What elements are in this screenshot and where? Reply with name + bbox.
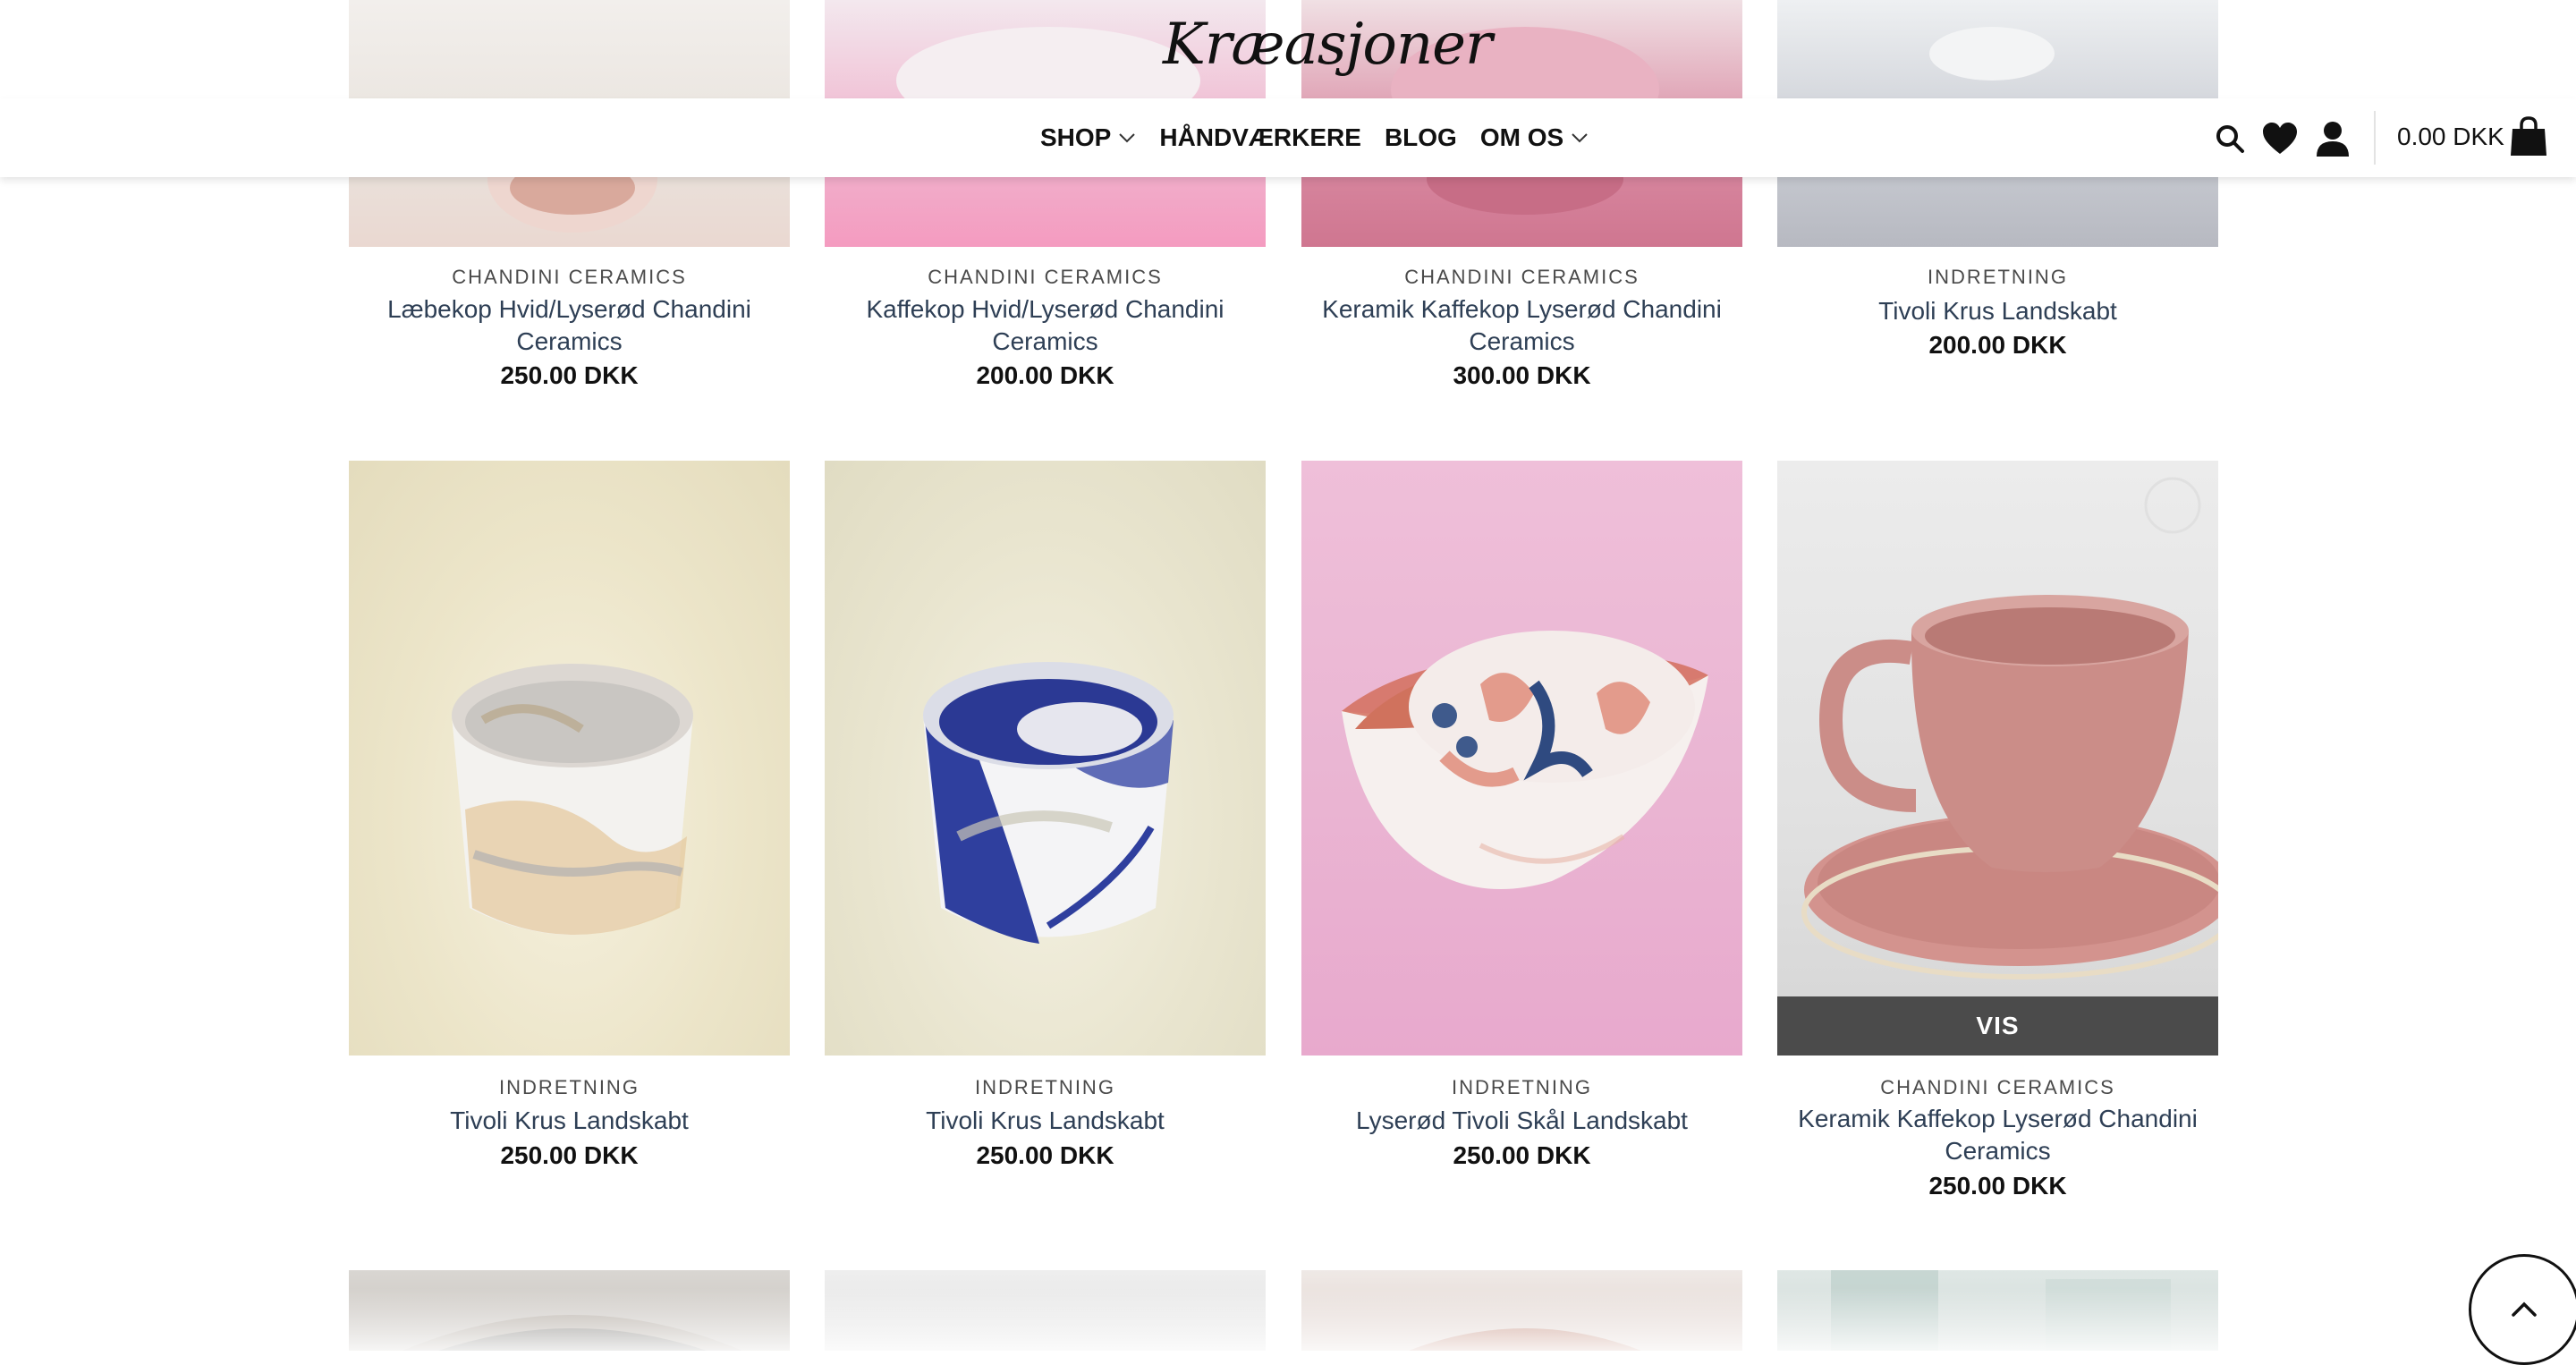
nav-shop-label[interactable]: SHOP bbox=[1040, 123, 1111, 152]
bowl-image bbox=[1342, 631, 1708, 889]
heart-icon bbox=[2263, 123, 2297, 154]
search-button[interactable] bbox=[2211, 120, 2249, 157]
product-price: 250.00 DKK bbox=[1453, 1141, 1591, 1169]
cart-total[interactable]: 0.00 DKK bbox=[2397, 123, 2504, 151]
nav-blog[interactable]: BLOG bbox=[1385, 123, 1457, 152]
nav-haandvaerkere[interactable]: HÅNDVÆRKERE bbox=[1159, 123, 1361, 152]
product-image[interactable] bbox=[349, 461, 790, 1056]
search-icon bbox=[2216, 125, 2244, 153]
product-category[interactable]: CHANDINI CERAMICS bbox=[349, 266, 790, 289]
product-title-line[interactable]: Ceramics bbox=[825, 326, 1266, 358]
main-nav: SHOP HÅNDVÆRKERE BLOG OM OS bbox=[1040, 120, 1612, 156]
product-price: 200.00 DKK bbox=[1928, 331, 2067, 359]
product-price: 250.00 DKK bbox=[500, 361, 639, 389]
user-icon bbox=[2317, 122, 2349, 157]
chevron-up-icon bbox=[2512, 1301, 2537, 1317]
product-category[interactable]: INDRETNING bbox=[1301, 1076, 1742, 1099]
nav-blog-label[interactable]: BLOG bbox=[1385, 123, 1457, 152]
cup-image bbox=[452, 664, 693, 935]
product-title-line[interactable]: Keramik Kaffekop Lyserød Chandini bbox=[1301, 293, 1742, 326]
product-category[interactable]: INDRETNING bbox=[825, 1076, 1266, 1099]
product-title-line[interactable]: Keramik Kaffekop Lyserød Chandini bbox=[1777, 1103, 2218, 1135]
wishlist-button[interactable] bbox=[2259, 118, 2301, 159]
bag-icon bbox=[2511, 116, 2546, 156]
nav-haandvaerkere-label[interactable]: HÅNDVÆRKERE bbox=[1159, 123, 1361, 152]
nav-shop[interactable]: SHOP bbox=[1040, 123, 1136, 152]
product-price: 300.00 DKK bbox=[1453, 361, 1591, 389]
product-title-line[interactable]: Tivoli Krus Landskabt bbox=[825, 1105, 1266, 1137]
chevron-down-icon bbox=[1119, 133, 1136, 143]
product-category[interactable]: CHANDINI CERAMICS bbox=[1301, 266, 1742, 289]
product-title-line[interactable]: Læbekop Hvid/Lyserød Chandini bbox=[349, 293, 790, 326]
bottom-fade bbox=[0, 1288, 2576, 1351]
product-title[interactable]: Kaffekop Hvid/Lyserød Chandini Ceramics bbox=[825, 293, 1266, 358]
product-image[interactable] bbox=[1301, 461, 1742, 1056]
product-image[interactable] bbox=[1777, 461, 2218, 1056]
header-divider bbox=[2374, 111, 2376, 165]
product-price: 250.00 DKK bbox=[1928, 1172, 2067, 1200]
product-title[interactable]: Keramik Kaffekop Lyserød Chandini Cerami… bbox=[1301, 293, 1742, 358]
scroll-to-top-button[interactable] bbox=[2469, 1254, 2576, 1365]
nav-om-os[interactable]: OM OS bbox=[1480, 123, 1589, 152]
site-logo[interactable]: Kræasjoner bbox=[1163, 0, 1493, 89]
product-title-line[interactable]: Ceramics bbox=[349, 326, 790, 358]
product-title-line[interactable]: Ceramics bbox=[1301, 326, 1742, 358]
product-title[interactable]: Keramik Kaffekop Lyserød Chandini Cerami… bbox=[1777, 1103, 2218, 1167]
chevron-down-icon bbox=[1572, 133, 1588, 143]
product-title[interactable]: Tivoli Krus Landskabt bbox=[1777, 295, 2218, 327]
product-price: 200.00 DKK bbox=[976, 361, 1114, 389]
product-title[interactable]: Tivoli Krus Landskabt bbox=[825, 1105, 1266, 1137]
product-category[interactable]: INDRETNING bbox=[349, 1076, 790, 1099]
product-price: 250.00 DKK bbox=[500, 1141, 639, 1169]
cup-image bbox=[923, 662, 1174, 944]
product-title[interactable]: Tivoli Krus Landskabt bbox=[349, 1105, 790, 1137]
product-image[interactable] bbox=[825, 461, 1266, 1056]
cup-image bbox=[1801, 477, 2218, 979]
nav-om-os-label[interactable]: OM OS bbox=[1480, 123, 1563, 152]
quick-view-button[interactable]: VIS bbox=[1777, 996, 2218, 1056]
product-title-line[interactable]: Tivoli Krus Landskabt bbox=[1777, 295, 2218, 327]
product-category[interactable]: CHANDINI CERAMICS bbox=[1777, 1076, 2218, 1099]
product-price: 250.00 DKK bbox=[976, 1141, 1114, 1169]
product-title[interactable]: Læbekop Hvid/Lyserød Chandini Ceramics bbox=[349, 293, 790, 358]
product-title-line[interactable]: Kaffekop Hvid/Lyserød Chandini bbox=[825, 293, 1266, 326]
product-category[interactable]: CHANDINI CERAMICS bbox=[825, 266, 1266, 289]
product-title-line[interactable]: Tivoli Krus Landskabt bbox=[349, 1105, 790, 1137]
cart-button[interactable] bbox=[2508, 114, 2549, 159]
product-title-line[interactable]: Ceramics bbox=[1777, 1135, 2218, 1167]
product-title[interactable]: Lyserød Tivoli Skål Landskabt bbox=[1301, 1105, 1742, 1137]
product-category[interactable]: INDRETNING bbox=[1777, 266, 2218, 289]
account-button[interactable] bbox=[2313, 118, 2352, 159]
product-title-line[interactable]: Lyserød Tivoli Skål Landskabt bbox=[1301, 1105, 1742, 1137]
